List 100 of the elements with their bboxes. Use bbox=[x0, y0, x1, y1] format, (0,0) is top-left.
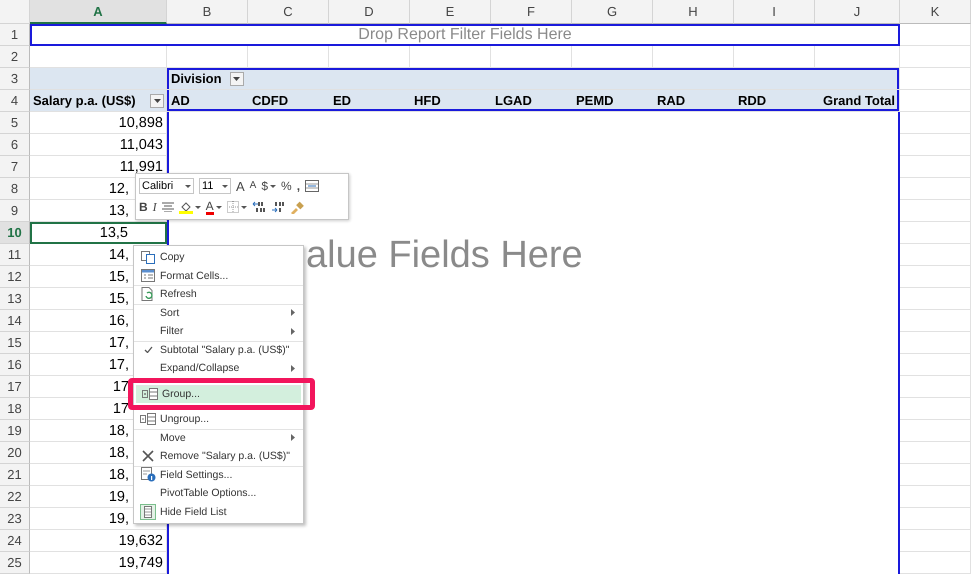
currency-button[interactable]: $ bbox=[261, 180, 268, 192]
increase-font-size-button[interactable]: A bbox=[236, 180, 245, 192]
row-header[interactable]: 24 bbox=[0, 530, 30, 552]
empty-cell bbox=[900, 46, 971, 68]
caret-icon bbox=[222, 184, 228, 188]
row-header[interactable]: 9 bbox=[0, 200, 30, 222]
decrease-decimal-icon[interactable] bbox=[270, 201, 285, 213]
row-header[interactable]: 13 bbox=[0, 288, 30, 310]
ungroup-icon bbox=[140, 413, 156, 426]
empty-cell bbox=[900, 464, 971, 486]
percent-button[interactable]: % bbox=[281, 180, 292, 192]
filter-dropdown-button[interactable] bbox=[230, 72, 244, 86]
empty-cell bbox=[900, 486, 971, 508]
empty-cell bbox=[900, 24, 971, 46]
empty-cell bbox=[900, 508, 971, 530]
column-field-label: Division bbox=[171, 71, 222, 86]
row-field-label: Salary p.a. (US$) bbox=[33, 93, 136, 108]
column-header[interactable]: C bbox=[248, 0, 329, 24]
row-header[interactable]: 8 bbox=[0, 178, 30, 200]
caret-icon[interactable] bbox=[240, 206, 247, 208]
submenu-arrow-icon bbox=[291, 434, 295, 442]
increase-decimal-icon[interactable] bbox=[252, 201, 266, 213]
field-settings-icon bbox=[140, 467, 156, 482]
empty-cell bbox=[900, 266, 971, 288]
row-header[interactable]: 4 bbox=[0, 90, 30, 112]
caret-icon bbox=[233, 76, 240, 80]
salary-cell: 13,5 bbox=[30, 222, 167, 244]
row-header[interactable]: 14 bbox=[0, 310, 30, 332]
column-header[interactable]: F bbox=[491, 0, 572, 24]
caret-icon[interactable] bbox=[194, 206, 201, 208]
row-header[interactable]: 19 bbox=[0, 420, 30, 442]
fill-color-icon[interactable] bbox=[178, 200, 193, 214]
column-header[interactable]: K bbox=[900, 0, 971, 24]
empty-cell bbox=[900, 552, 971, 574]
italic-button[interactable]: I bbox=[152, 201, 157, 213]
caret-icon bbox=[185, 184, 191, 188]
row-header[interactable]: 18 bbox=[0, 398, 30, 420]
row-header[interactable]: 17 bbox=[0, 376, 30, 398]
caret-icon bbox=[154, 98, 160, 102]
bold-button[interactable]: B bbox=[139, 201, 148, 213]
salary-cell: 10,898 bbox=[30, 112, 167, 134]
row-header[interactable]: 3 bbox=[0, 68, 30, 90]
column-header[interactable]: J bbox=[815, 0, 900, 24]
row-header[interactable]: 2 bbox=[0, 46, 30, 68]
row-header[interactable]: 12 bbox=[0, 266, 30, 288]
column-item-label: ED bbox=[333, 93, 352, 108]
empty-cell bbox=[900, 420, 971, 442]
row-header[interactable]: 6 bbox=[0, 134, 30, 156]
column-item-label: RAD bbox=[657, 93, 686, 108]
caret-icon[interactable] bbox=[270, 184, 276, 188]
empty-cell bbox=[900, 178, 971, 200]
empty-cell bbox=[900, 310, 971, 332]
column-item-label: CDFD bbox=[252, 93, 290, 108]
salary-cell: 11,043 bbox=[30, 134, 167, 156]
row-header[interactable]: 21 bbox=[0, 464, 30, 486]
column-header[interactable]: H bbox=[653, 0, 734, 24]
row-header[interactable]: 5 bbox=[0, 112, 30, 134]
copy-icon bbox=[141, 250, 155, 264]
column-header[interactable]: G bbox=[572, 0, 653, 24]
empty-cell bbox=[900, 398, 971, 420]
align-center-icon[interactable] bbox=[162, 202, 174, 212]
row-header[interactable]: 7 bbox=[0, 156, 30, 178]
empty-cell bbox=[900, 530, 971, 552]
menu-item[interactable]: Group... bbox=[136, 384, 301, 403]
empty-cell bbox=[900, 332, 971, 354]
row-header[interactable]: 1 bbox=[0, 24, 30, 46]
font-color-button[interactable]: A bbox=[206, 200, 214, 214]
column-header[interactable]: I bbox=[734, 0, 815, 24]
font-name-dropdown[interactable]: Calibri bbox=[139, 178, 194, 194]
row-header[interactable]: 25 bbox=[0, 552, 30, 574]
values-drop-zone-label: alue Fields Here bbox=[306, 234, 583, 277]
comma-style-button[interactable]: , bbox=[296, 180, 300, 192]
empty-cell bbox=[900, 354, 971, 376]
submenu-arrow-icon bbox=[291, 364, 295, 372]
empty-cell bbox=[900, 200, 971, 222]
merge-cells-icon[interactable] bbox=[305, 180, 320, 192]
row-header[interactable]: 16 bbox=[0, 354, 30, 376]
row-header[interactable]: 23 bbox=[0, 508, 30, 530]
empty-cell bbox=[900, 288, 971, 310]
column-header[interactable]: D bbox=[329, 0, 410, 24]
field-list-icon bbox=[140, 504, 156, 520]
column-header[interactable]: B bbox=[167, 0, 248, 24]
group-icon bbox=[142, 388, 158, 400]
column-header[interactable]: A bbox=[30, 0, 167, 24]
row-header[interactable]: 20 bbox=[0, 442, 30, 464]
row-header[interactable]: 22 bbox=[0, 486, 30, 508]
submenu-arrow-icon bbox=[291, 328, 295, 335]
refresh-icon bbox=[141, 287, 155, 302]
decrease-font-size-button[interactable]: A bbox=[250, 181, 256, 191]
row-header[interactable]: 11 bbox=[0, 244, 30, 266]
close-icon bbox=[142, 450, 154, 462]
row-header[interactable]: 15 bbox=[0, 332, 30, 354]
row-header[interactable]: 10 bbox=[0, 222, 30, 244]
drop-zone-label: Drop Report Filter Fields Here bbox=[358, 26, 572, 44]
column-item-label: PEMD bbox=[576, 93, 615, 108]
caret-icon[interactable] bbox=[216, 206, 222, 208]
font-size-dropdown[interactable]: 11 bbox=[199, 178, 231, 194]
filter-dropdown-button[interactable] bbox=[150, 94, 164, 108]
empty-cell bbox=[900, 244, 971, 266]
column-header[interactable]: E bbox=[410, 0, 491, 24]
